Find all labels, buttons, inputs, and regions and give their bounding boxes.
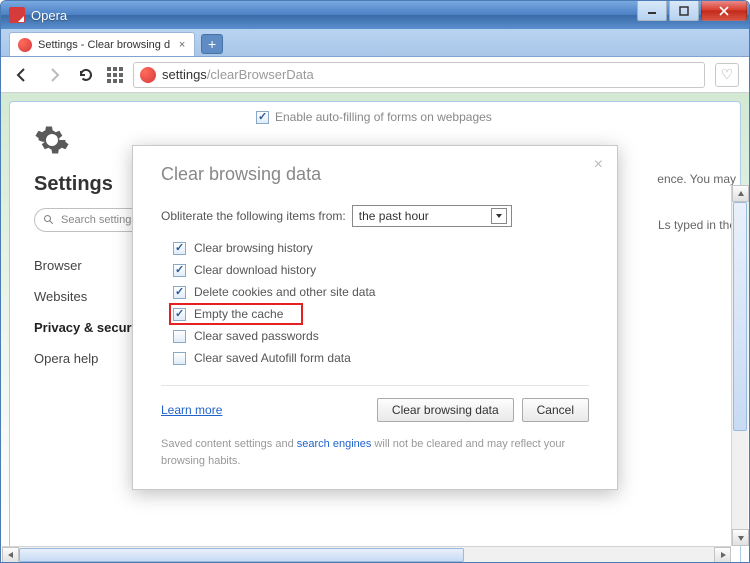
tab-title: Settings - Clear browsing d: [38, 39, 170, 51]
checkbox[interactable]: [173, 264, 186, 277]
obliterate-label: Obliterate the following items from:: [161, 209, 346, 223]
checkbox[interactable]: [173, 352, 186, 365]
checkbox-row: Clear saved passwords: [173, 325, 589, 347]
checkbox[interactable]: [173, 286, 186, 299]
checkbox[interactable]: [173, 330, 186, 343]
titlebar: Opera: [1, 1, 749, 29]
speed-dial-button[interactable]: [107, 67, 123, 83]
back-button[interactable]: [11, 64, 33, 86]
url-path: /clearBrowserData: [207, 67, 314, 82]
checkbox-row: Empty the cache: [173, 303, 589, 325]
minimize-button[interactable]: [637, 1, 667, 21]
opera-icon: [9, 7, 25, 23]
clear-browsing-data-button[interactable]: Clear browsing data: [377, 398, 514, 422]
tab-settings[interactable]: Settings - Clear browsing d ×: [9, 32, 195, 56]
checkbox-row: Clear download history: [173, 259, 589, 281]
checkbox[interactable]: [173, 242, 186, 255]
dialog-note: Saved content settings and search engine…: [161, 436, 589, 469]
timeframe-select[interactable]: the past hour: [352, 205, 512, 227]
opera-favicon: [18, 38, 32, 52]
cancel-button[interactable]: Cancel: [522, 398, 589, 422]
learn-more-link[interactable]: Learn more: [161, 403, 222, 417]
checkbox-row: Clear saved Autofill form data: [173, 347, 589, 369]
bookmark-button[interactable]: ♡: [715, 63, 739, 87]
dialog-title: Clear browsing data: [161, 164, 589, 185]
checkbox-label: Clear saved passwords: [194, 329, 319, 343]
checkbox-label: Delete cookies and other site data: [194, 285, 375, 299]
address-bar[interactable]: settings/clearBrowserData: [133, 62, 705, 88]
checkbox-label: Empty the cache: [194, 307, 283, 321]
checkbox-row: Clear browsing history: [173, 237, 589, 259]
forward-button[interactable]: [43, 64, 65, 86]
dialog-overlay: × Clear browsing data Obliterate the fol…: [1, 93, 749, 563]
clear-browsing-dialog: × Clear browsing data Obliterate the fol…: [132, 145, 618, 490]
note-pre: Saved content settings and: [161, 438, 297, 450]
checkbox-label: Clear saved Autofill form data: [194, 351, 351, 365]
reload-button[interactable]: [75, 64, 97, 86]
checkbox[interactable]: [173, 308, 186, 321]
checkbox-label: Clear browsing history: [194, 241, 313, 255]
url-prefix: settings: [162, 67, 207, 82]
toolbar: settings/clearBrowserData ♡: [1, 57, 749, 93]
app-title: Opera: [31, 8, 67, 23]
tab-close-icon[interactable]: ×: [176, 39, 188, 51]
content-area: Settings Search settings Browser Website…: [1, 93, 749, 563]
window: Opera Settings - Clear browsing d × + se…: [0, 0, 750, 563]
tab-strip: Settings - Clear browsing d × +: [1, 29, 749, 57]
maximize-button[interactable]: [669, 1, 699, 21]
checkbox-label: Clear download history: [194, 263, 316, 277]
url-text: settings/clearBrowserData: [162, 67, 698, 82]
new-tab-button[interactable]: +: [201, 34, 223, 54]
dialog-close-icon[interactable]: ×: [594, 156, 603, 174]
checkbox-list: Clear browsing history Clear download his…: [161, 237, 589, 369]
checkbox-row: Delete cookies and other site data: [173, 281, 589, 303]
opera-url-icon: [140, 67, 156, 83]
timeframe-value: the past hour: [359, 209, 429, 223]
search-engines-link[interactable]: search engines: [297, 438, 372, 450]
chevron-down-icon: [491, 208, 507, 224]
close-button[interactable]: [701, 1, 747, 21]
